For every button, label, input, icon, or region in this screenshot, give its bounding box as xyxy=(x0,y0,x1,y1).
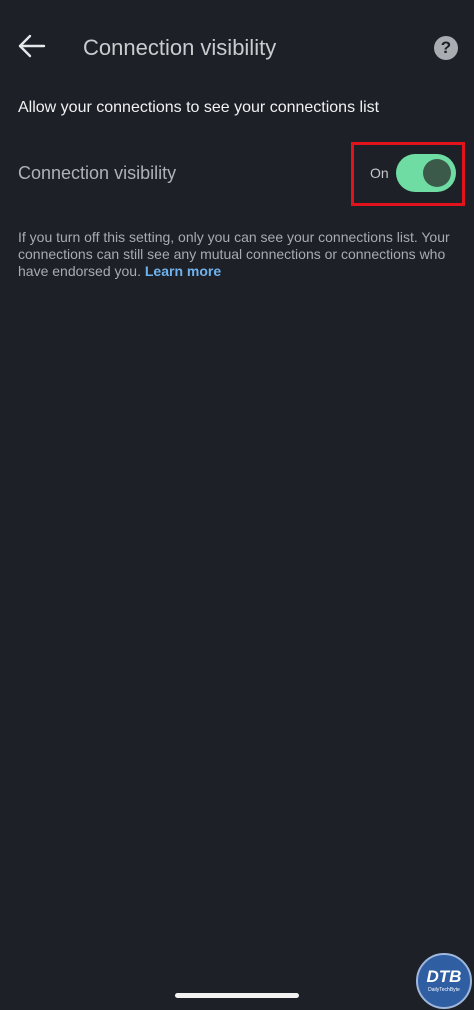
visibility-toggle[interactable] xyxy=(396,154,456,192)
watermark-text: DTB xyxy=(426,967,462,986)
description-text: If you turn off this setting, only you c… xyxy=(18,229,458,280)
setting-label: Connection visibility xyxy=(18,163,177,183)
dtb-watermark-logo: DTB DailyTechByte xyxy=(416,953,472,1009)
description-body: If you turn off this setting, only you c… xyxy=(18,229,450,279)
page-title: Connection visibility xyxy=(83,35,277,60)
toggle-knob xyxy=(423,159,451,187)
learn-more-link[interactable]: Learn more xyxy=(145,263,221,279)
back-button[interactable] xyxy=(16,30,48,62)
arrow-left-icon xyxy=(18,34,46,58)
section-subtitle: Allow your connections to see your conne… xyxy=(18,99,380,116)
help-button[interactable]: ? xyxy=(434,36,458,60)
connection-visibility-row: Connection visibility On xyxy=(0,140,474,206)
app-header: Connection visibility ? xyxy=(0,0,474,84)
watermark-subtext: DailyTechByte xyxy=(428,987,460,993)
home-indicator[interactable] xyxy=(175,993,299,998)
question-mark-icon: ? xyxy=(440,38,452,57)
toggle-state-label: On xyxy=(370,165,389,181)
